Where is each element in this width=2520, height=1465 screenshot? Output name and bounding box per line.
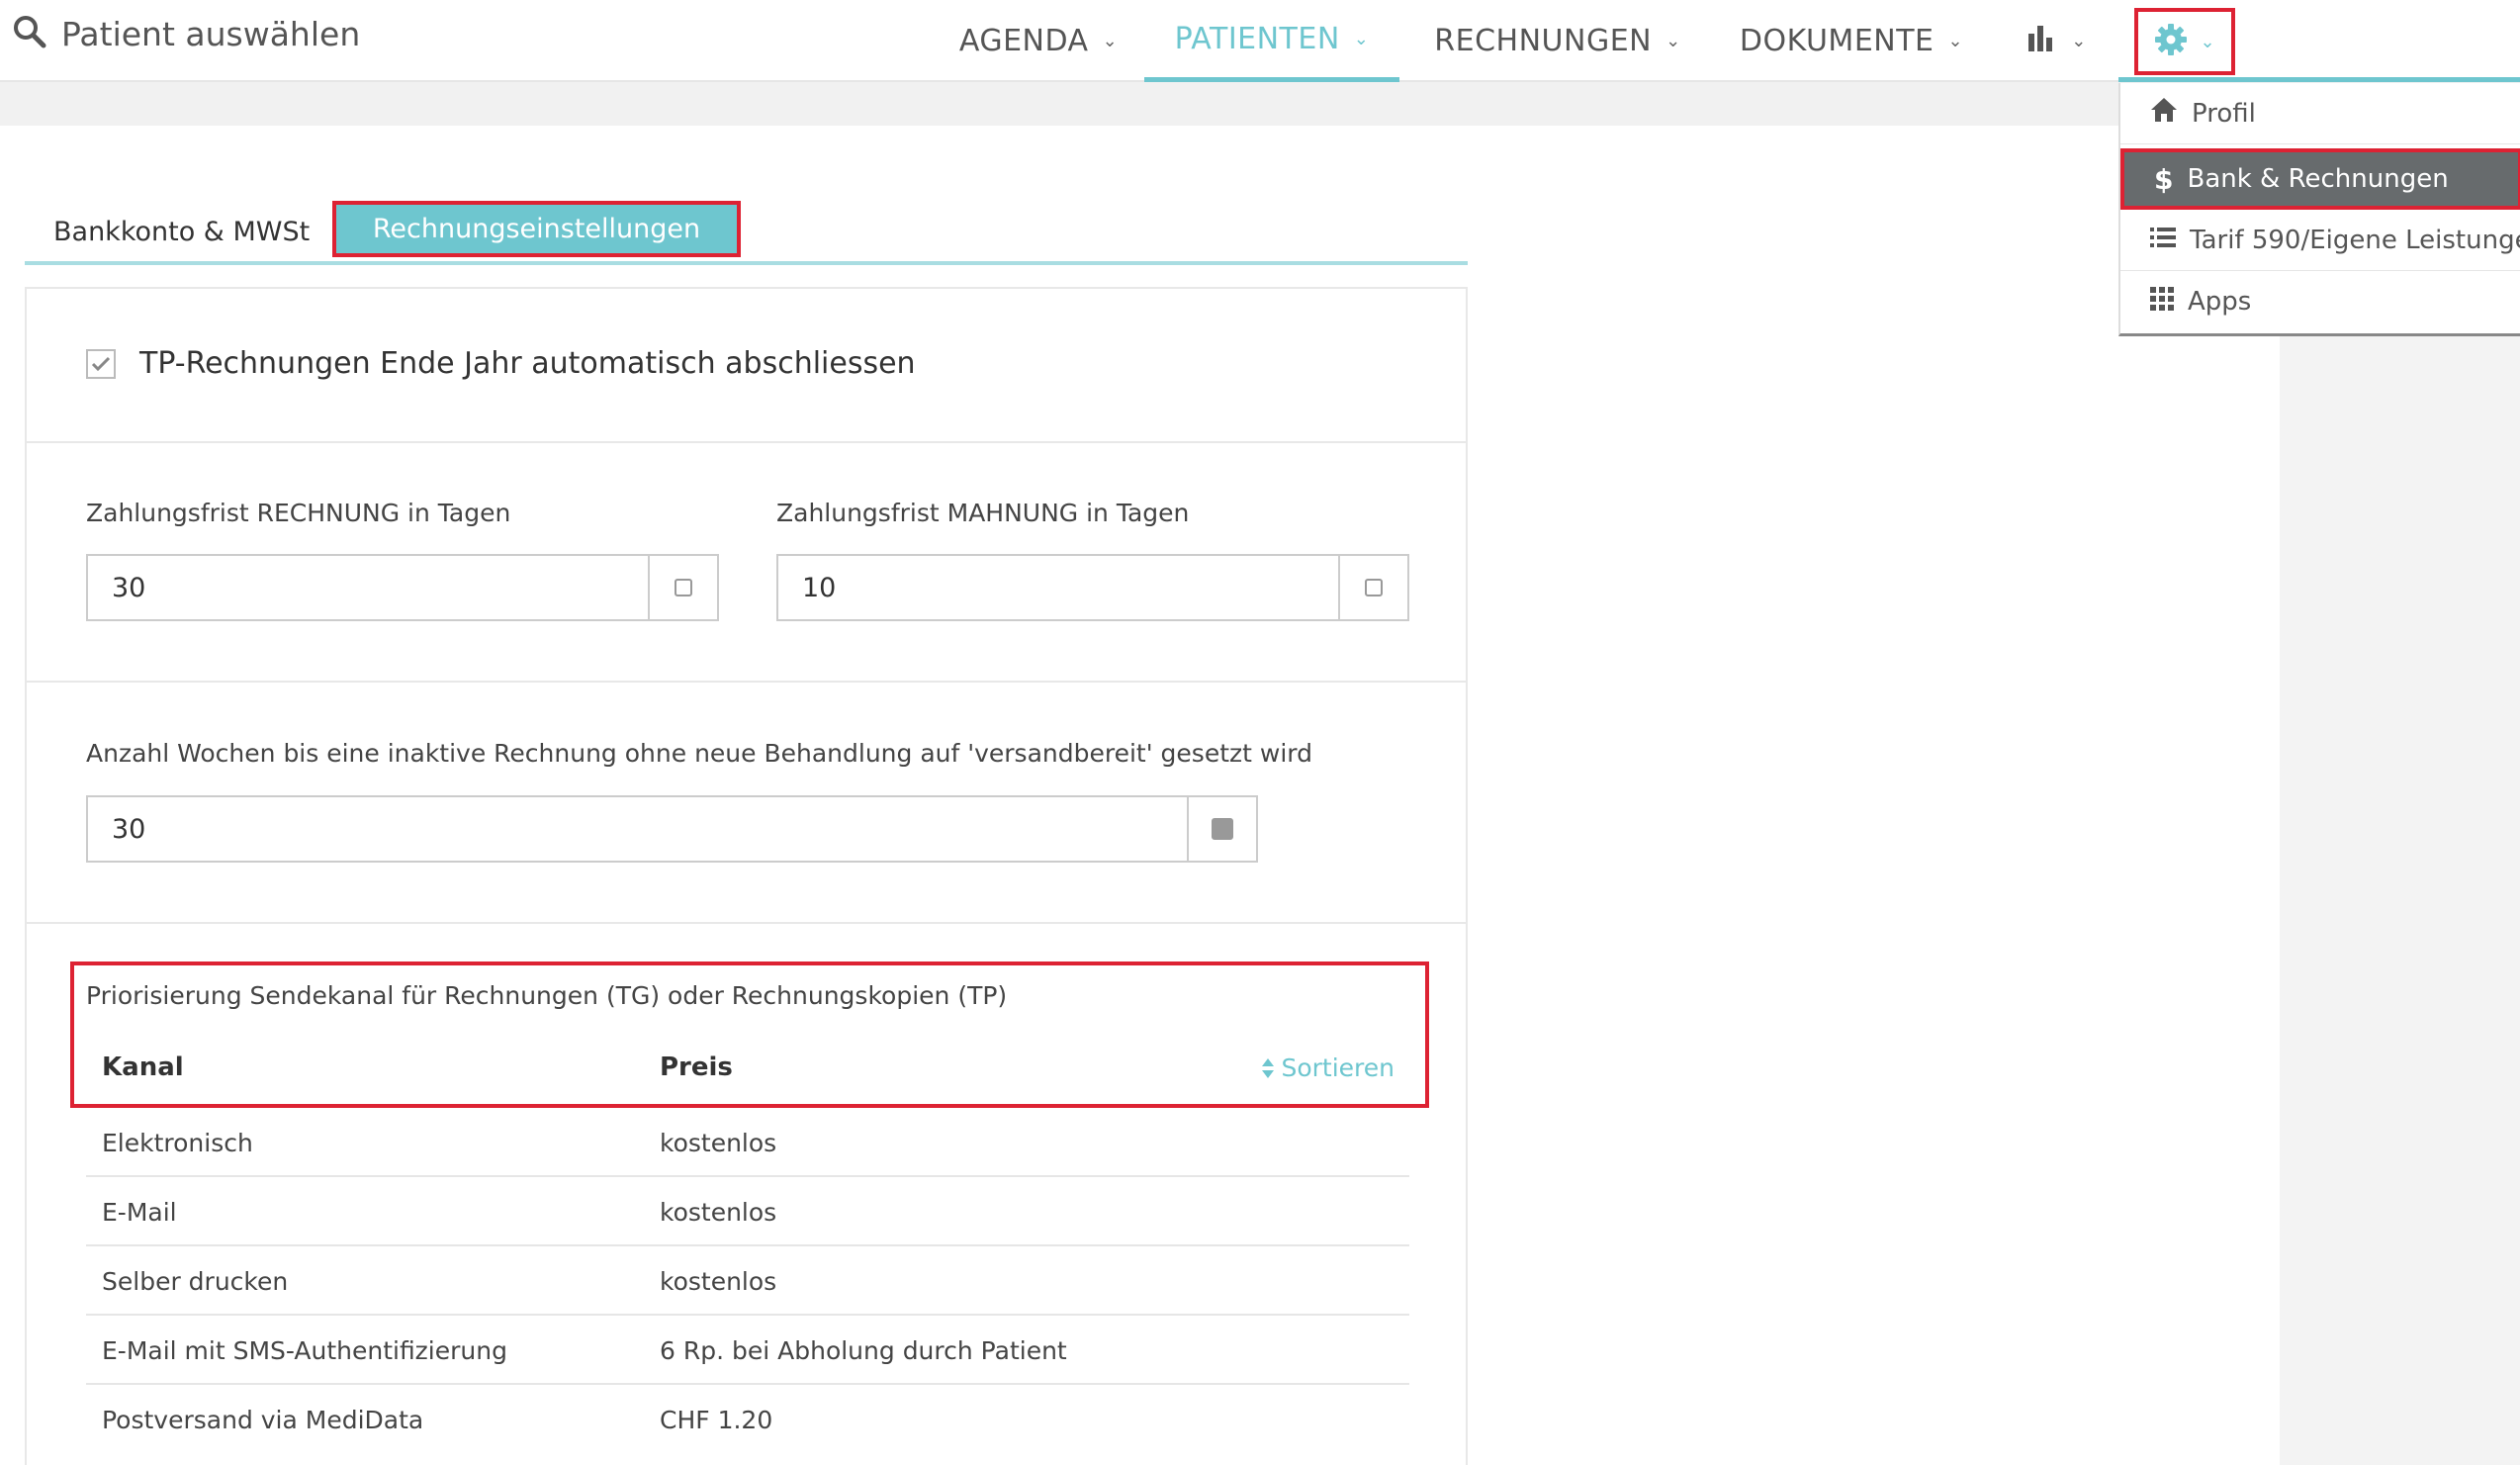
inactive-weeks-label: Anzahl Wochen bis eine inaktive Rechnung… [86,739,1312,768]
auto-close-checkbox[interactable] [86,348,116,379]
price-cell: 6 Rp. bei Abholung durch Patient [660,1335,1067,1365]
sort-button[interactable]: Sortieren [1261,1053,1395,1082]
auto-close-row: TP-Rechnungen Ende Jahr automatisch absc… [86,346,916,381]
invoice-settings-card: TP-Rechnungen Ende Jahr automatisch absc… [25,287,1468,1465]
payment-term-invoice-input[interactable]: 30 [88,556,648,619]
settings-dropdown-menu: Profil $ Bank & Rechnungen Tarif 590/Eig… [2118,83,2520,336]
price-cell: CHF 1.20 [660,1405,773,1434]
payment-term-invoice-input-group: 30 [86,554,719,621]
auto-close-label: TP-Rechnungen Ende Jahr automatisch absc… [139,346,916,381]
channel-cell: E-Mail [102,1197,177,1227]
list-icon [2150,226,2176,255]
table-row[interactable]: Postversand via MediData CHF 1.20 [86,1385,1409,1454]
chevron-down-icon: ⌄ [1353,28,1370,49]
inactive-weeks-toggle[interactable] [1187,797,1256,861]
column-header-kanal: Kanal [102,1053,184,1082]
menu-item-label: Profil [2192,98,2256,129]
nav-dokumente[interactable]: DOKUMENTE ⌄ [1733,0,1970,82]
channel-table: Elektronisch kostenlos E-Mail kostenlos … [86,1108,1409,1454]
gear-icon [2154,23,2188,60]
chevron-down-icon: ⌄ [2200,31,2215,52]
top-navigation-bar: Patient auswählen AGENDA ⌄ PATIENTEN ⌄ R… [0,0,2520,82]
table-row[interactable]: E-Mail kostenlos [86,1177,1409,1246]
nav-patienten[interactable]: PATIENTEN ⌄ [1144,0,1399,82]
nav-rechnungen[interactable]: RECHNUNGEN ⌄ [1424,0,1691,82]
table-row[interactable]: Selber drucken kostenlos [86,1246,1409,1316]
channel-cell: E-Mail mit SMS-Authentifizierung [102,1335,507,1365]
checkmark-icon [91,356,111,371]
home-icon [2150,97,2178,130]
bar-chart-icon [2027,24,2057,59]
inactive-weeks-input-group: 30 [86,795,1258,863]
nav-patienten-label: PATIENTEN [1174,21,1340,56]
table-row[interactable]: Elektronisch kostenlos [86,1108,1409,1177]
menu-item-label: Bank & Rechnungen [2187,164,2449,194]
divider [27,922,1466,924]
channel-cell: Selber drucken [102,1266,289,1296]
grid-icon [2150,286,2174,318]
divider [27,681,1466,683]
tab-rechnungseinstellungen[interactable]: Rechnungseinstellungen [332,201,741,257]
payment-term-reminder-input-group: 10 [776,554,1409,621]
channel-cell: Elektronisch [102,1128,253,1157]
payment-term-reminder-input[interactable]: 10 [778,556,1338,619]
settings-menu-button[interactable]: ⌄ [2134,8,2235,75]
channel-priority-title: Priorisierung Sendekanal für Rechnungen … [86,981,1008,1010]
patient-search[interactable]: Patient auswählen [12,6,360,61]
divider [27,441,1466,443]
nav-dokumente-label: DOKUMENTE [1739,24,1935,58]
nav-rechnungen-label: RECHNUNGEN [1434,24,1653,58]
column-header-preis: Preis [660,1053,733,1082]
inactive-weeks-input[interactable]: 30 [88,797,1187,861]
menu-item-label: Apps [2188,287,2252,317]
menu-item-tarif[interactable]: Tarif 590/Eigene Leistungen/ [2120,210,2520,271]
price-cell: kostenlos [660,1266,777,1296]
payment-term-invoice-label: Zahlungsfrist RECHNUNG in Tagen [86,499,511,527]
patient-search-label: Patient auswählen [61,14,361,53]
nav-statistics[interactable]: ⌄ [2018,0,2097,82]
sort-label: Sortieren [1281,1053,1395,1082]
payment-term-reminder-label: Zahlungsfrist MAHNUNG in Tagen [776,499,1190,527]
search-icon [12,14,47,53]
menu-item-bank-rechnungen[interactable]: $ Bank & Rechnungen [2120,148,2520,210]
price-cell: kostenlos [660,1197,777,1227]
menu-item-label: Tarif 590/Eigene Leistungen/ [2190,225,2520,255]
square-icon [675,579,692,596]
settings-tabs: Bankkonto & MWSt Rechnungseinstellungen [25,201,1468,265]
chevron-down-icon: ⌄ [1102,31,1119,51]
menu-item-profil[interactable]: Profil [2120,83,2520,144]
square-icon [1365,579,1383,596]
menu-item-apps[interactable]: Apps [2120,271,2520,332]
price-cell: kostenlos [660,1128,777,1157]
channel-cell: Postversand via MediData [102,1405,424,1434]
dollar-icon: $ [2154,162,2174,196]
chevron-down-icon: ⌄ [1665,31,1681,51]
sort-icon [1262,1057,1275,1078]
tab-bankkonto-mwst[interactable]: Bankkonto & MWSt [53,203,310,261]
chevron-down-icon: ⌄ [2071,31,2087,51]
payment-term-reminder-toggle[interactable] [1338,556,1407,619]
payment-term-invoice-toggle[interactable] [648,556,717,619]
table-row[interactable]: E-Mail mit SMS-Authentifizierung 6 Rp. b… [86,1316,1409,1385]
chevron-down-icon: ⌄ [1947,31,1964,51]
nav-agenda[interactable]: AGENDA ⌄ [949,0,1127,82]
nav-agenda-label: AGENDA [958,24,1089,58]
square-filled-icon [1212,818,1233,840]
